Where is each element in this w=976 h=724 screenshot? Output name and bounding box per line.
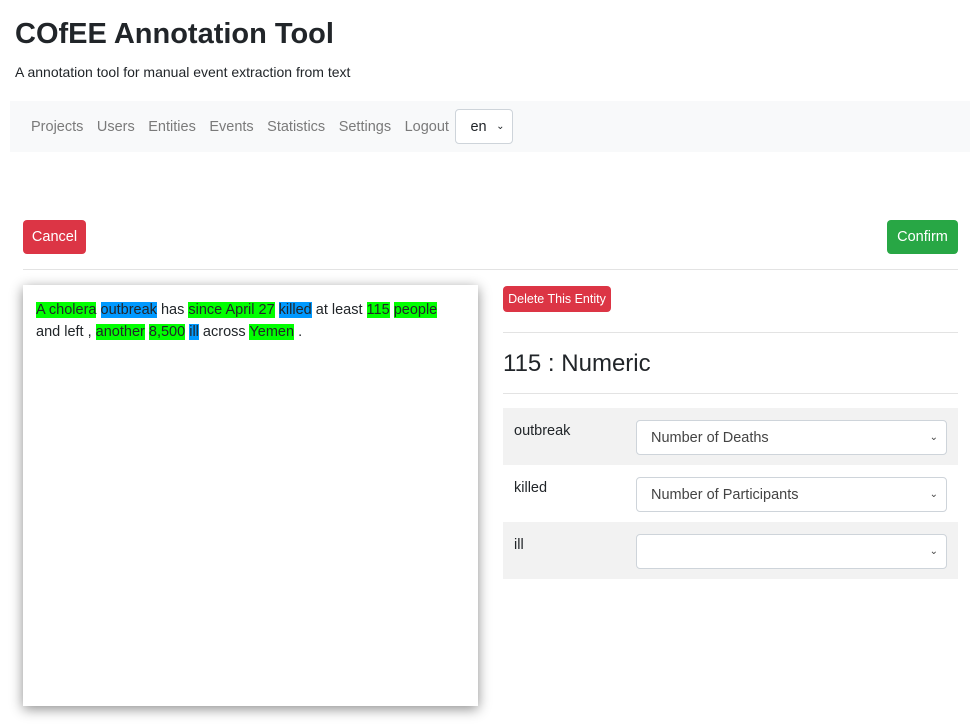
nav-statistics[interactable]: Statistics xyxy=(267,119,325,135)
entity-heading: 115 : Numeric xyxy=(503,350,651,377)
text-panel: A cholera outbreak has since April 27 ki… xyxy=(23,285,478,706)
confirm-button[interactable]: Confirm xyxy=(887,220,958,254)
role-label: killed xyxy=(514,480,548,496)
divider xyxy=(503,393,958,394)
token: at least xyxy=(315,302,363,318)
role-select[interactable]: Number of Participants ⌄ xyxy=(636,477,947,512)
annotated-token[interactable]: killed xyxy=(278,302,312,318)
token: left , xyxy=(64,324,92,340)
role-select-value: Number of Deaths xyxy=(651,429,769,446)
token: . xyxy=(298,324,303,340)
role-select-value: Number of Participants xyxy=(651,486,799,503)
language-value: en xyxy=(470,118,487,135)
annotated-token[interactable]: since April 27 xyxy=(188,302,275,318)
navbar: Projects Users Entities Events Statistic… xyxy=(10,101,970,152)
role-row: outbreak Number of Deaths ⌄ xyxy=(503,408,958,465)
token: has xyxy=(160,302,185,318)
cancel-button[interactable]: Cancel xyxy=(23,220,86,254)
annotated-token[interactable]: Yemen xyxy=(249,324,295,340)
chevron-down-icon: ⌄ xyxy=(929,546,938,557)
annotated-token[interactable]: 115 xyxy=(366,302,390,318)
role-label: outbreak xyxy=(514,423,571,439)
token: and xyxy=(36,324,61,340)
role-select[interactable]: Number of Deaths ⌄ xyxy=(636,420,947,455)
role-label: ill xyxy=(514,537,524,553)
divider xyxy=(23,269,958,270)
app-subtitle: A annotation tool for manual event extra… xyxy=(15,64,351,80)
chevron-down-icon: ⌄ xyxy=(929,432,938,443)
delete-entity-button[interactable]: Delete This Entity xyxy=(503,286,611,312)
nav-events[interactable]: Events xyxy=(209,119,253,135)
nav-users[interactable]: Users xyxy=(97,119,135,135)
token: across xyxy=(202,324,246,340)
role-row: ill ⌄ xyxy=(503,522,958,579)
annotated-token[interactable]: 8,500 xyxy=(148,324,186,340)
chevron-down-icon: ⌄ xyxy=(929,489,938,500)
annotated-token[interactable]: people xyxy=(393,302,438,318)
nav-entities[interactable]: Entities xyxy=(148,119,196,135)
nav-settings[interactable]: Settings xyxy=(339,119,391,135)
nav-projects[interactable]: Projects xyxy=(31,119,83,135)
annotated-token[interactable]: A cholera xyxy=(36,302,97,318)
chevron-down-icon: ⌄ xyxy=(496,121,505,132)
language-select[interactable]: en ⌄ xyxy=(455,109,514,144)
annotated-token[interactable]: ill xyxy=(189,324,199,340)
app-title: COfEE Annotation Tool xyxy=(15,18,334,50)
role-row: killed Number of Participants ⌄ xyxy=(503,465,958,522)
divider xyxy=(503,332,958,333)
nav-logout[interactable]: Logout xyxy=(405,119,449,135)
annotated-token[interactable]: outbreak xyxy=(100,302,157,318)
role-select[interactable]: ⌄ xyxy=(636,534,947,569)
annotated-token[interactable]: another xyxy=(95,324,145,340)
